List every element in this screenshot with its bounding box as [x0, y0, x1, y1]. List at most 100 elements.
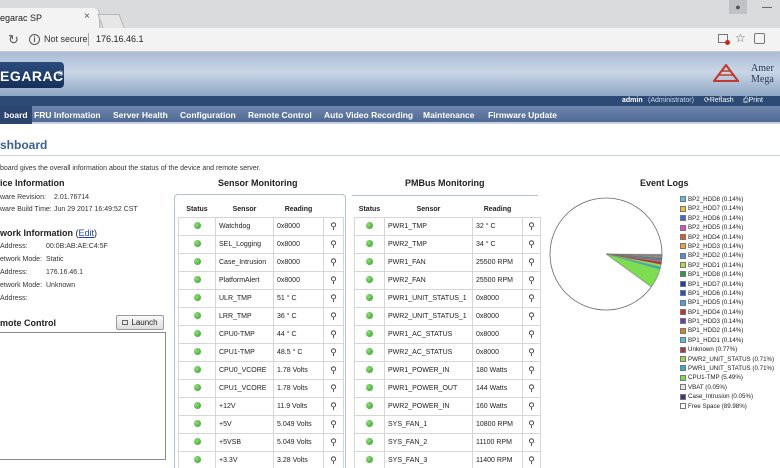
legend-label: PWR2_UNIT_STATUS (0.71%): [688, 355, 775, 363]
legend-label: Free Space (89.98%): [688, 402, 747, 410]
sensor-details-icon[interactable]: ⚲: [522, 342, 541, 362]
reload-icon[interactable]: ↻: [8, 32, 19, 48]
sensor-details-icon[interactable]: ⚲: [323, 324, 344, 344]
sensor-details-icon[interactable]: ⚲: [522, 216, 541, 236]
sensor-name: ULR_TMP: [215, 288, 274, 308]
sensor-details-icon[interactable]: ⚲: [323, 414, 344, 434]
sensor-reading: 0x8000: [472, 342, 523, 362]
status-ok-icon: [193, 221, 201, 229]
legend-swatch: [680, 215, 686, 222]
status-cell: [354, 234, 385, 254]
sensor-details-icon[interactable]: ⚲: [323, 288, 344, 308]
sensor-details-icon[interactable]: ⚲: [522, 270, 541, 290]
nav-auto-video-recording[interactable]: Auto Video Recording: [324, 106, 413, 124]
legend-item: BP1_HDD5 (0.14%): [680, 298, 780, 307]
mac-address-label: Address:: [0, 243, 28, 250]
table-row: PWR1_FAN 25500 RPM ⚲: [354, 252, 541, 272]
sensor-details-icon[interactable]: ⚲: [323, 234, 344, 254]
fw-revision-label: ware Revision:: [0, 194, 46, 201]
sensor-name: CPU0-TMP: [215, 324, 274, 344]
sensor-name: PWR1_AC_STATUS: [384, 324, 473, 344]
sensor-reading: 0x8000: [472, 324, 523, 344]
sensor-details-icon[interactable]: ⚲: [522, 378, 541, 398]
status-ok-icon: [366, 329, 373, 337]
sensor-details-icon[interactable]: ⚲: [522, 288, 541, 308]
sensor-reading: 11100 RPM: [472, 432, 523, 452]
sensor-details-icon[interactable]: ⚲: [323, 270, 344, 290]
nav-dashboard[interactable]: board: [0, 106, 32, 124]
fw-build-time-label: ware Build Time:: [0, 206, 52, 213]
logo-text: EGARAC: [0, 68, 64, 84]
sensor-details-icon[interactable]: ⚲: [323, 396, 344, 416]
sensor-details-icon[interactable]: ⚲: [323, 450, 344, 468]
ipv4-address-label: Address:: [0, 269, 28, 276]
remote-console-preview[interactable]: [0, 332, 166, 460]
nav-remote-control[interactable]: Remote Control: [248, 106, 312, 124]
sensor-details-icon[interactable]: ⚲: [522, 324, 541, 344]
legend-swatch: [680, 402, 686, 409]
extension-icon[interactable]: [754, 33, 765, 44]
refresh-link[interactable]: ⟳Reflash: [704, 96, 734, 106]
url-input[interactable]: 176.16.46.1: [96, 34, 144, 44]
legend-item: BP1_HDD7 (0.14%): [680, 280, 780, 289]
remote-control-title: mote Control: [0, 318, 56, 328]
sensor-name: Watchdog: [215, 216, 274, 236]
tab-close-icon[interactable]: ×: [84, 11, 90, 22]
print-link[interactable]: ⎙Print: [743, 96, 763, 106]
legend-item: Case_Intrusion (0.05%): [680, 392, 780, 401]
new-tab-button[interactable]: [97, 14, 125, 28]
sensor-details-icon[interactable]: ⚲: [323, 342, 344, 362]
legend-label: Case_Intrusion (0.05%): [688, 393, 754, 401]
sensor-details-icon[interactable]: ⚲: [323, 306, 344, 326]
bookmark-star-icon[interactable]: ☆: [735, 31, 746, 45]
profile-icon[interactable]: ●: [729, 0, 747, 14]
user-strip: admin (Administrator) ⟳Reflash ⎙Print: [0, 96, 780, 106]
sensor-reading: 51 ° C: [273, 288, 324, 308]
status-ok-icon: [193, 293, 201, 301]
legend-item: PWR1_UNIT_STATUS (0.71%): [680, 364, 780, 373]
sensor-details-icon[interactable]: ⚲: [323, 360, 344, 380]
status-ok-icon: [193, 257, 201, 265]
table-row: +5VSB 5.049 Volts ⚲: [178, 432, 344, 452]
nav-configuration[interactable]: Configuration: [180, 106, 236, 124]
sensor-details-icon[interactable]: ⚲: [522, 234, 541, 254]
table-row: SYS_FAN_2 11100 RPM ⚲: [354, 432, 541, 452]
legend-item: VBAT (0.05%): [680, 383, 780, 392]
reading-header: Reading: [472, 202, 523, 217]
status-cell: [178, 360, 216, 380]
sensor-reading: 0x8000: [472, 288, 523, 308]
status-cell: [354, 342, 385, 362]
sensor-details-icon[interactable]: ⚲: [323, 378, 344, 398]
sensor-details-icon[interactable]: ⚲: [323, 216, 344, 236]
sensor-details-icon[interactable]: ⚲: [323, 432, 344, 452]
sensor-details-icon[interactable]: ⚲: [522, 414, 541, 434]
sensor-details-icon[interactable]: ⚲: [522, 450, 541, 468]
table-row: PWR1_TMP 32 ° C ⚲: [354, 216, 541, 236]
legend-swatch: [680, 196, 686, 203]
minimize-icon[interactable]: —: [762, 2, 772, 13]
table-row: CPU0_VCORE 1.78 Volts ⚲: [178, 360, 344, 380]
sensor-details-icon[interactable]: ⚲: [323, 252, 344, 272]
sensor-details-icon[interactable]: ⚲: [522, 306, 541, 326]
nav-firmware-update[interactable]: Firmware Update: [488, 106, 557, 124]
edit-network-link[interactable]: Edit: [79, 228, 95, 238]
sensor-name: Case_Intrusion: [215, 252, 274, 272]
sensor-details-icon[interactable]: ⚲: [522, 432, 541, 452]
nav-server-health[interactable]: Server Health: [113, 106, 168, 124]
sensor-details-icon[interactable]: ⚲: [522, 252, 541, 272]
sensor-name: PWR1_FAN: [384, 252, 473, 272]
security-label[interactable]: Not secure: [44, 34, 88, 44]
sensor-details-icon[interactable]: ⚲: [522, 360, 541, 380]
browser-tab-active[interactable]: egarac SP ×: [0, 8, 100, 28]
sensor-details-icon[interactable]: ⚲: [522, 396, 541, 416]
brand-name-line1: Amer: [751, 63, 774, 74]
info-icon[interactable]: i: [29, 34, 40, 45]
nav-fru-information[interactable]: FRU Information: [34, 106, 101, 124]
sensor-reading: 48.5 ° C: [273, 342, 324, 362]
popup-blocked-icon[interactable]: [718, 34, 730, 45]
legend-swatch: [680, 318, 686, 325]
legend-swatch: [680, 346, 686, 353]
brand-name-line2: Mega: [751, 74, 774, 85]
nav-maintenance[interactable]: Maintenance: [423, 106, 475, 124]
launch-button[interactable]: Launch: [116, 315, 164, 330]
